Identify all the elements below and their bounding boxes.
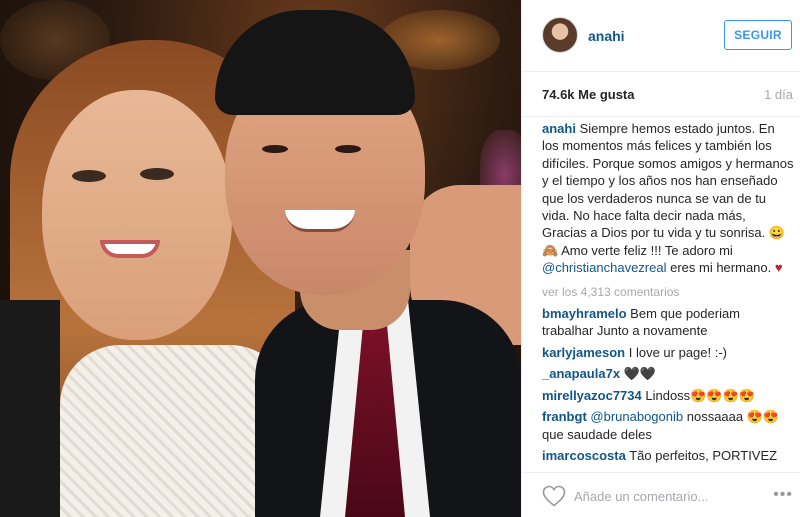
username-link[interactable]: anahi (588, 28, 625, 44)
man-eye (262, 145, 288, 153)
comment-item: _anapaula7x 🖤🖤 (542, 365, 794, 382)
comment-author-link[interactable]: karlyjameson (542, 345, 625, 360)
comment-item: bmayhramelo Bem que poderiam trabalhar J… (542, 305, 794, 340)
more-options-icon[interactable]: ••• (773, 486, 793, 504)
follow-button[interactable]: SEGUIR (724, 20, 792, 50)
comment-text: 🖤🖤 (623, 366, 657, 382)
avatar[interactable] (542, 17, 578, 53)
comment-item: mirellyazoc7734 Lindoss😍😍😍😍 (542, 387, 794, 404)
comment-mention-link[interactable]: @brunabogonib (590, 409, 683, 424)
woman-eye (140, 168, 174, 180)
heart-outline-icon[interactable] (542, 485, 566, 507)
comments-list: anahi Siempre hemos estado juntos. En lo… (542, 120, 794, 464)
comment-item: franbgt @brunabogonib nossaaaa 😍😍 que sa… (542, 408, 794, 443)
post-time[interactable]: 1 día (764, 87, 793, 102)
comment-author-link[interactable]: imarcoscosta (542, 448, 626, 463)
man-hair (215, 10, 415, 115)
man-eye (335, 145, 361, 153)
caption-text: Siempre hemos estado juntos. En los mome… (542, 121, 794, 258)
post-photo[interactable] (0, 0, 521, 517)
caption-author-link[interactable]: anahi (542, 121, 576, 136)
heart-emoji: ♥ (774, 260, 783, 276)
woman-face (42, 90, 232, 340)
woman-smile (100, 240, 160, 258)
post-meta: 74.6k Me gusta 1 día (522, 72, 800, 117)
comment-text: I love ur page! :-) (628, 344, 728, 360)
comment-text: Lindoss😍😍😍😍 (645, 387, 755, 403)
mention-link[interactable]: @christianchavezreal (542, 260, 666, 275)
dark-sleeve (0, 300, 60, 517)
comment-author-link[interactable]: franbgt (542, 409, 587, 424)
man-smile (285, 210, 355, 232)
post-caption: anahi Siempre hemos estado juntos. En lo… (542, 120, 794, 277)
likes-count[interactable]: 74.6k Me gusta (542, 87, 635, 102)
view-all-comments-link[interactable]: ver los 4,313 comentarios (542, 284, 794, 301)
post-side-panel: anahi SEGUIR 74.6k Me gusta 1 día anahi … (521, 0, 800, 517)
post-header: anahi SEGUIR (522, 0, 800, 72)
comment-author-link[interactable]: mirellyazoc7734 (542, 388, 642, 403)
comment-input[interactable] (574, 485, 754, 507)
woman-eye (72, 170, 106, 182)
comment-item: imarcoscosta Tão perfeitos, PORTIVEZ (542, 447, 794, 464)
comment-item: karlyjameson I love ur page! :-) (542, 344, 794, 361)
comment-author-link[interactable]: bmayhramelo (542, 306, 627, 321)
caption-text-end: eres mi hermano. (666, 260, 775, 276)
comment-author-link[interactable]: _anapaula7x (542, 366, 620, 381)
comment-bar: ••• (522, 472, 800, 517)
comment-text: Tão perfeitos, PORTIVEZ (629, 447, 778, 463)
